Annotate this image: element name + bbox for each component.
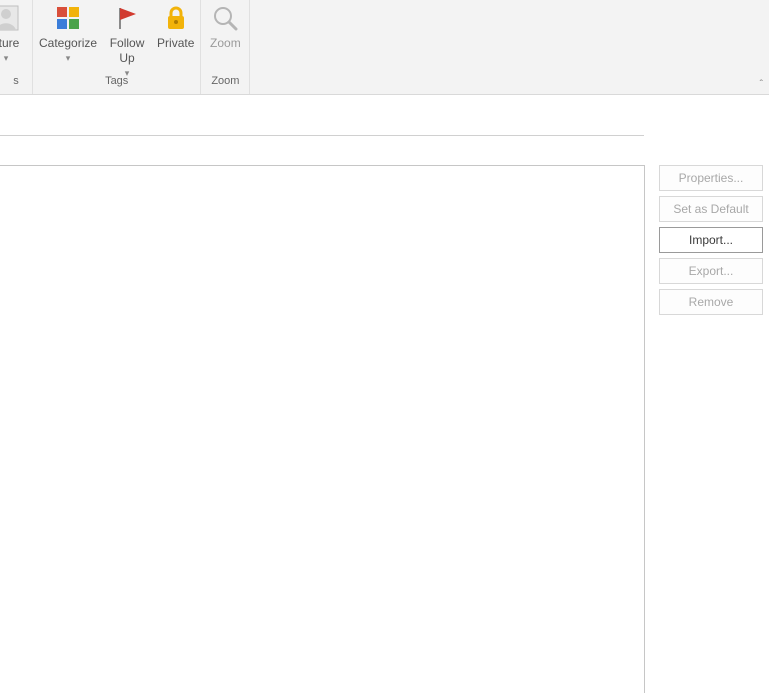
picture-label: cture — [0, 36, 19, 51]
ribbon-group-zoom: Zoom Zoom — [201, 0, 250, 94]
divider-line — [0, 135, 644, 136]
ribbon-group-label: Tags — [33, 74, 200, 92]
private-button[interactable]: Private — [151, 0, 200, 51]
picture-icon — [0, 4, 20, 32]
ribbon-group-label: Zoom — [201, 74, 249, 92]
flag-icon — [113, 4, 141, 32]
follow-up-button[interactable]: Follow Up ▾ — [103, 0, 151, 78]
content-area: Properties... Set as Default Import... E… — [0, 95, 769, 693]
lock-icon — [162, 4, 190, 32]
categorize-button[interactable]: Categorize ▾ — [33, 0, 103, 63]
export-button: Export... — [659, 258, 763, 284]
import-button[interactable]: Import... — [659, 227, 763, 253]
properties-button: Properties... — [659, 165, 763, 191]
set-as-default-button: Set as Default — [659, 196, 763, 222]
zoom-icon — [211, 4, 239, 32]
chevron-down-icon: ▾ — [66, 53, 71, 63]
ribbon-group-label: s — [0, 74, 32, 92]
ribbon-group-tags: Categorize ▾ Follow Up ▾ — [33, 0, 201, 94]
categorize-icon — [54, 4, 82, 32]
categorize-label: Categorize — [39, 36, 97, 51]
collapse-ribbon-icon[interactable]: ˆ — [760, 79, 763, 90]
side-button-column: Properties... Set as Default Import... E… — [659, 165, 763, 315]
chevron-down-icon: ▾ — [4, 53, 9, 63]
picture-button[interactable]: cture ▾ — [0, 0, 30, 63]
remove-button: Remove — [659, 289, 763, 315]
follow-up-label: Follow Up — [110, 36, 145, 66]
main-panel — [0, 165, 645, 693]
zoom-button: Zoom — [201, 0, 249, 51]
ribbon-group-partial: cture ▾ s — [0, 0, 33, 94]
private-label: Private — [157, 36, 194, 51]
zoom-label: Zoom — [210, 36, 241, 51]
ribbon-toolbar: cture ▾ s Categorize ▾ — [0, 0, 769, 95]
